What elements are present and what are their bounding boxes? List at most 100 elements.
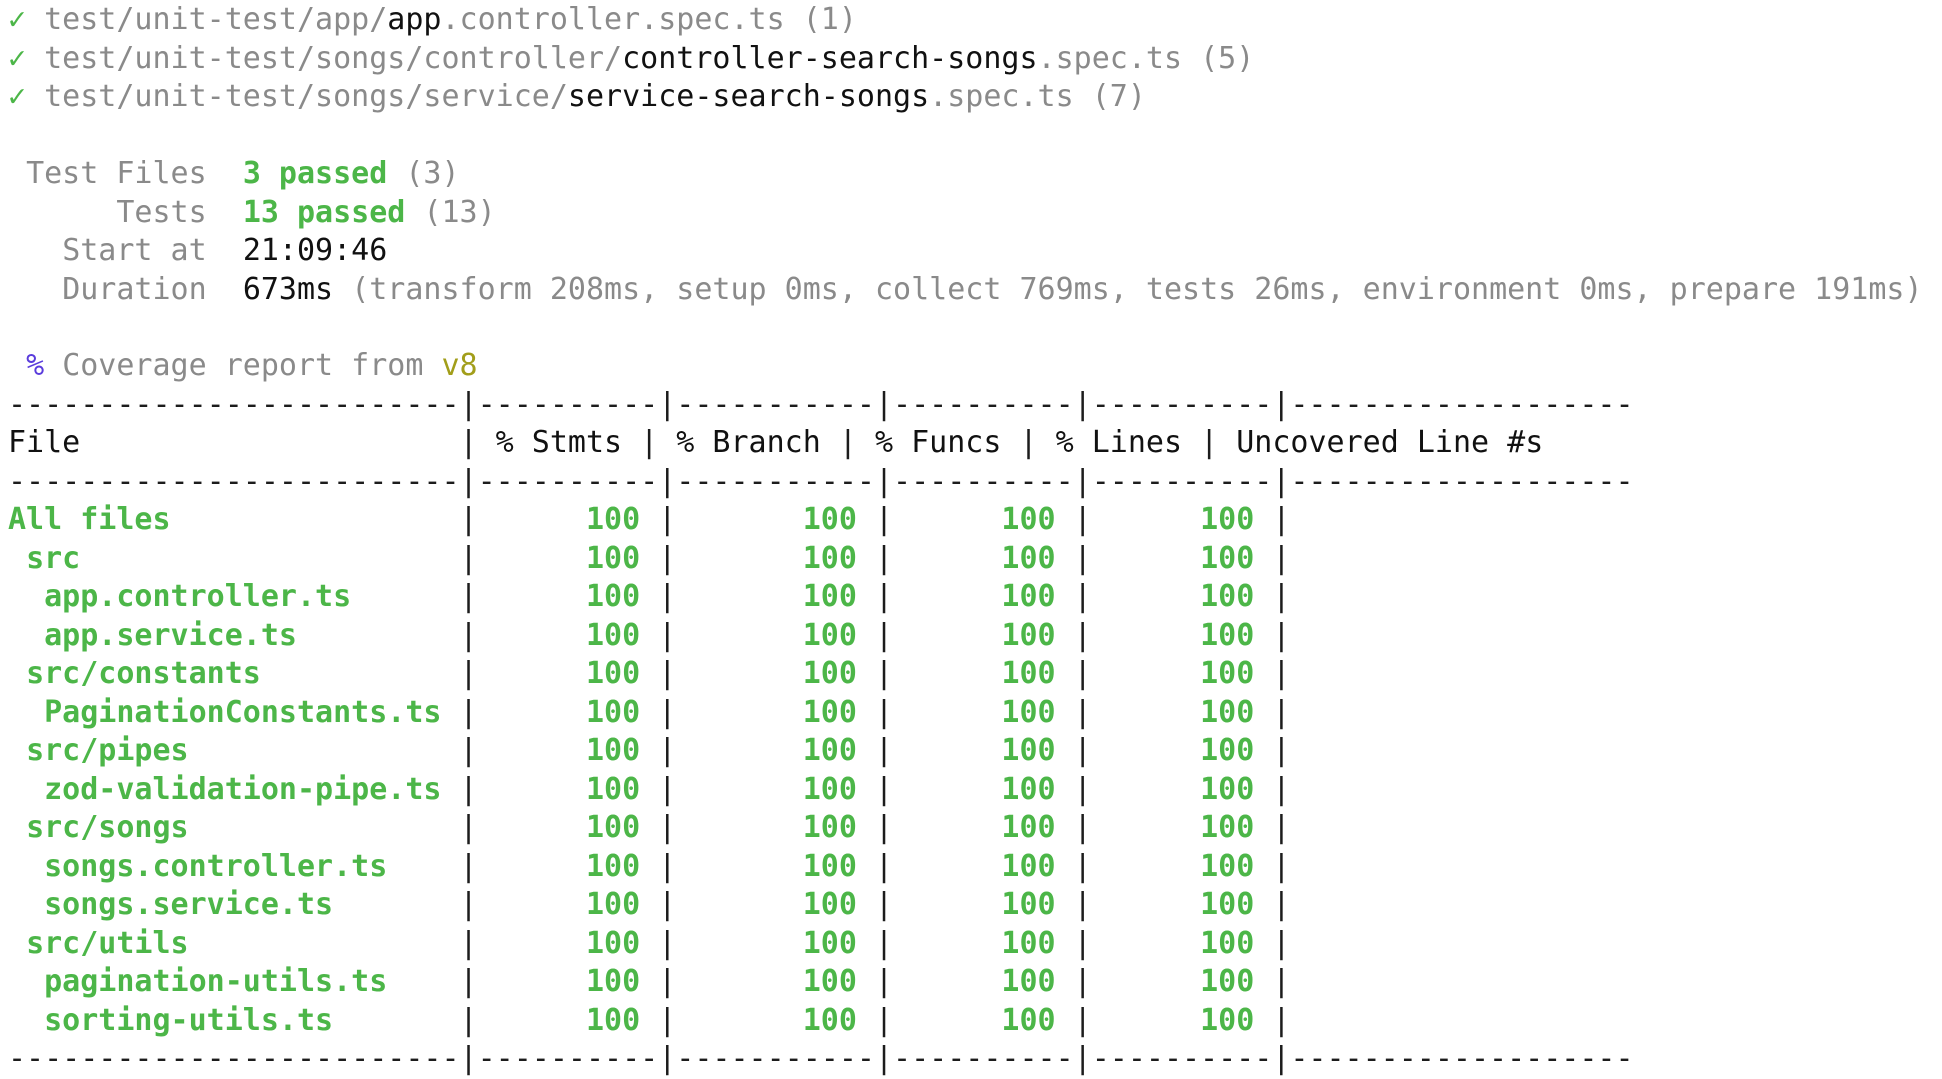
table-separator: -------------------------|----------|---… — [8, 463, 1634, 502]
row-funcs: 100 — [1001, 771, 1056, 807]
row-stmts: 100 — [585, 848, 641, 884]
header-uncovered: Uncovered Line #s — [1236, 425, 1544, 460]
row-branch: 100 — [802, 502, 857, 537]
row-lines: 100 — [1200, 694, 1255, 730]
spec-ext: .controller.spec.ts — [441, 2, 785, 37]
row-stmts: 100 — [585, 771, 641, 807]
summary-test-files: Test Files 3 passed (3) — [8, 155, 460, 194]
row-lines: 100 — [1200, 540, 1255, 576]
row-branch: 100 — [802, 540, 857, 576]
separator-line: -------------------------|----------|---… — [8, 386, 1634, 422]
table-row: sorting-utils.ts | 100 | 100 | 100 | 100… — [44, 1002, 1291, 1038]
spec-file-line: ✓ test/unit-test/app/app.controller.spec… — [8, 1, 857, 40]
table-row: app.service.ts | 100 | 100 | 100 | 100 | — [44, 617, 1291, 653]
table-header-row: File | % Stmts | % Branch | % Funcs | % … — [8, 425, 1544, 460]
row-file: PaginationConstants.ts — [44, 694, 442, 730]
summary-passed: 13 passed — [242, 194, 406, 230]
terminal-output: ✓ test/unit-test/app/app.controller.spec… — [0, 0, 1942, 1076]
row-stmts: 100 — [586, 656, 641, 691]
row-branch: 100 — [802, 694, 857, 730]
row-lines: 100 — [1200, 848, 1255, 884]
row-funcs: 100 — [1001, 656, 1056, 691]
row-funcs: 100 — [1001, 887, 1056, 922]
table-separator: -------------------------|----------|---… — [8, 1040, 1634, 1079]
separator-line: -------------------------|----------|---… — [8, 463, 1634, 499]
row-file: pagination-utils.ts — [44, 964, 388, 999]
row-stmts: 100 — [585, 540, 641, 576]
table-row: pagination-utils.ts | 100 | 100 | 100 | … — [44, 964, 1291, 999]
spec-name: service-search-songs — [567, 79, 930, 114]
table-separator: -------------------------|----------|---… — [8, 386, 1634, 425]
row-file: app.controller.ts — [44, 579, 352, 614]
row-file: songs.controller.ts — [44, 848, 388, 884]
row-funcs: 100 — [1001, 848, 1056, 884]
row-file: zod-validation-pipe.ts — [44, 771, 442, 807]
header-branch: % Branch — [676, 425, 821, 460]
summary-duration: Duration 673ms (transform 208ms, setup 0… — [8, 271, 1923, 310]
row-stmts: 100 — [585, 810, 641, 845]
spec-count: (1) — [802, 2, 857, 37]
summary-total: (3) — [405, 156, 460, 191]
spec-file-line: ✓ test/unit-test/songs/service/service-s… — [8, 78, 1146, 117]
row-branch: 100 — [802, 733, 857, 768]
summary-label: Start at — [62, 233, 207, 268]
row-stmts: 100 — [585, 579, 641, 614]
spec-name: controller-search-songs — [622, 40, 1038, 76]
table-row: All files | 100 | 100 | 100 | 100 | — [8, 502, 1291, 537]
check-icon: ✓ — [8, 40, 45, 76]
row-lines: 100 — [1200, 579, 1255, 614]
row-branch: 100 — [802, 848, 857, 884]
spec-count: (5) — [1200, 40, 1255, 76]
row-lines: 100 — [1200, 964, 1255, 999]
summary-tests: Tests 13 passed (13) — [8, 194, 496, 233]
row-lines: 100 — [1200, 771, 1255, 807]
check-icon: ✓ — [8, 79, 45, 114]
spec-ext: .spec.ts — [929, 79, 1074, 114]
spec-file-line: ✓ test/unit-test/songs/controller/contro… — [8, 40, 1254, 79]
spec-dir: test/unit-test/songs/service/ — [44, 79, 568, 114]
spec-dir: test/unit-test/app/ — [44, 2, 388, 37]
row-branch: 100 — [802, 1002, 857, 1038]
table-row: src/pipes | 100 | 100 | 100 | 100 | — [26, 733, 1291, 768]
row-file: All files — [8, 502, 171, 537]
spec-ext: .spec.ts — [1037, 40, 1183, 76]
row-branch: 100 — [802, 925, 857, 961]
summary-value: 21:09:46 — [242, 233, 388, 268]
table-row: app.controller.ts | 100 | 100 | 100 | 10… — [44, 579, 1291, 614]
row-funcs: 100 — [1001, 694, 1056, 730]
spec-name: app — [387, 2, 442, 37]
row-funcs: 100 — [1001, 502, 1056, 537]
row-file: sorting-utils.ts — [44, 1002, 334, 1038]
row-lines: 100 — [1200, 810, 1255, 845]
summary-passed: 3 passed — [242, 156, 388, 191]
row-branch: 100 — [802, 617, 857, 653]
row-branch: 100 — [802, 964, 857, 999]
row-funcs: 100 — [1001, 810, 1056, 845]
percent-icon: % — [26, 348, 45, 383]
check-icon: ✓ — [8, 2, 45, 37]
summary-detail: (transform 208ms, setup 0ms, collect 769… — [351, 271, 1923, 307]
row-lines: 100 — [1200, 1002, 1255, 1038]
row-file: src/pipes — [26, 733, 189, 768]
row-lines: 100 — [1200, 502, 1255, 537]
row-lines: 100 — [1200, 733, 1255, 768]
row-branch: 100 — [802, 810, 857, 845]
summary-start-at: Start at 21:09:46 — [8, 232, 387, 271]
row-file: src/songs — [26, 810, 189, 845]
header-funcs: % Funcs — [874, 425, 1002, 460]
separator-line: -------------------------|----------|---… — [8, 1041, 1634, 1076]
row-stmts: 100 — [586, 617, 641, 653]
coverage-provider: v8 — [441, 348, 478, 383]
header-lines: % Lines — [1055, 425, 1183, 460]
coverage-text: Coverage report from — [62, 348, 424, 383]
coverage-heading: % Coverage report from v8 — [8, 347, 478, 386]
row-funcs: 100 — [1001, 925, 1056, 961]
summary-total: (13) — [423, 194, 496, 230]
row-file: src — [26, 540, 81, 576]
spec-count: (7) — [1091, 79, 1146, 114]
row-lines: 100 — [1200, 887, 1255, 922]
row-branch: 100 — [802, 656, 857, 691]
table-row: songs.service.ts | 100 | 100 | 100 | 100… — [44, 887, 1291, 922]
table-row: songs.controller.ts | 100 | 100 | 100 | … — [44, 848, 1291, 884]
table-row: src | 100 | 100 | 100 | 100 | — [26, 540, 1291, 576]
